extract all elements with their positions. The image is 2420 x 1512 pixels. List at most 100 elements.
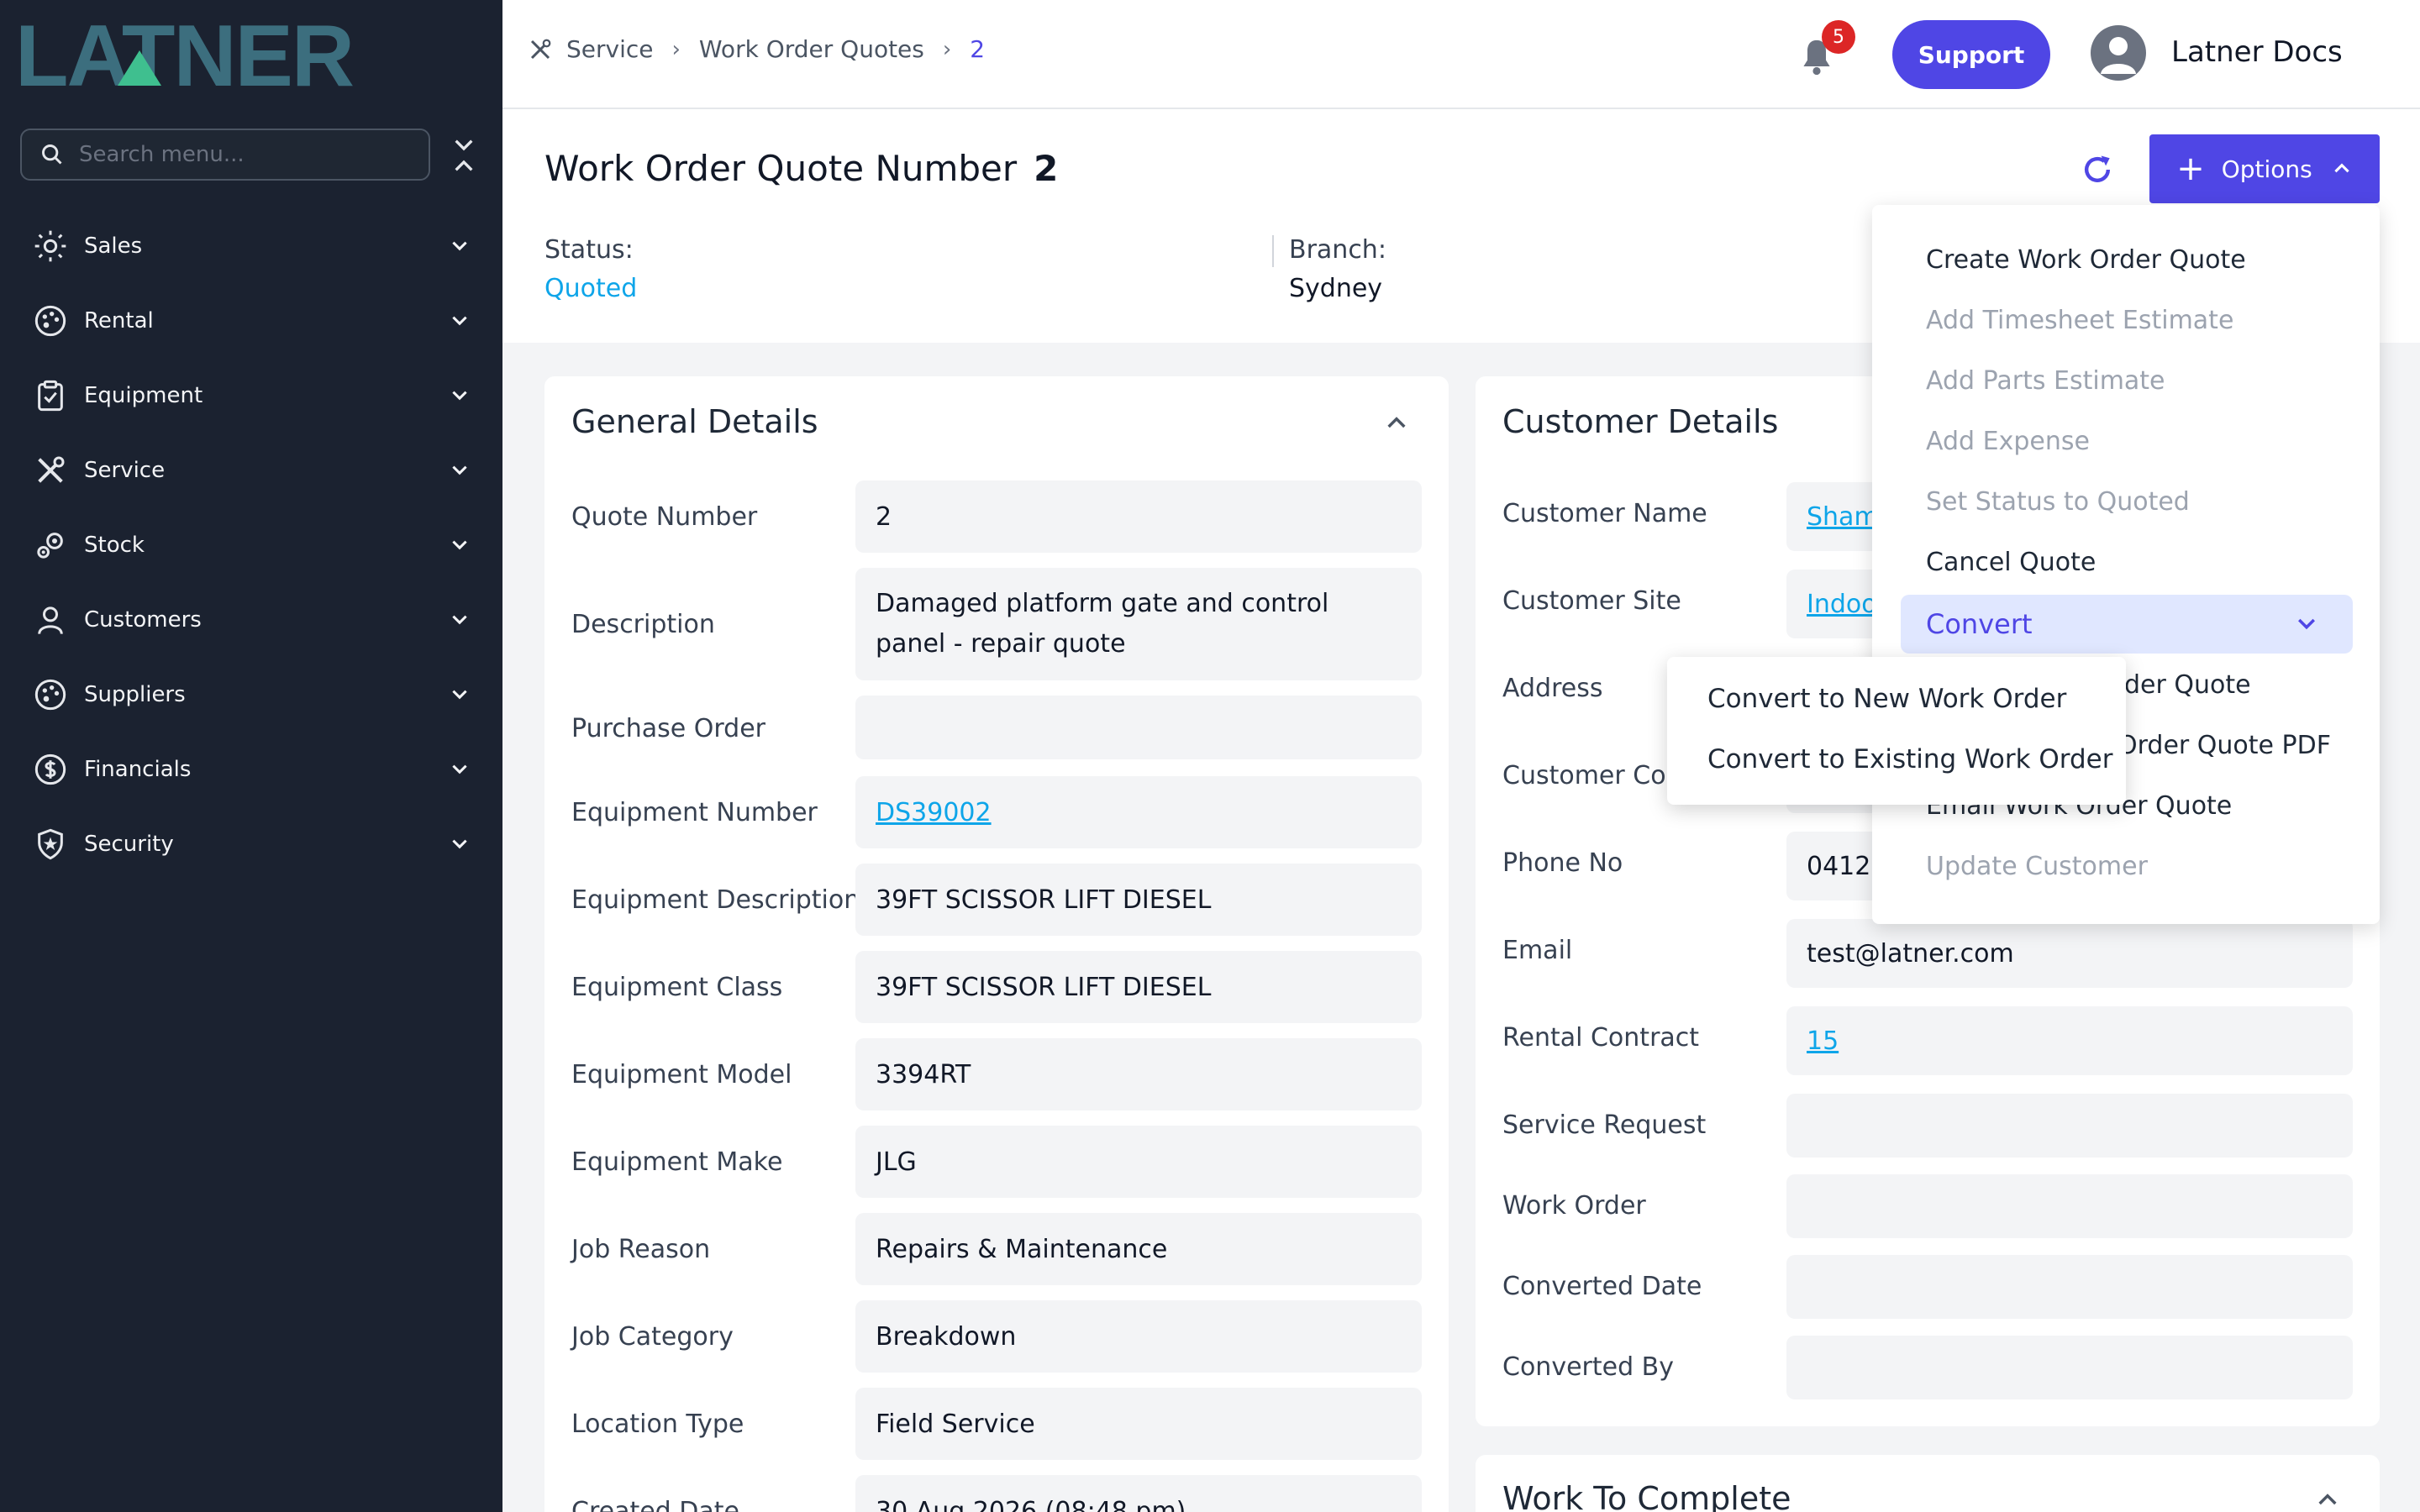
search-input[interactable]: [79, 142, 415, 167]
sidebar-item-label: Customers: [84, 606, 202, 633]
sidebar-item-label: Security: [84, 831, 174, 857]
top-bar: Service › Work Order Quotes › 2 5 Suppor…: [502, 0, 2420, 109]
menu-cancel-quote[interactable]: Cancel Quote: [1926, 548, 2096, 577]
tools-icon: [32, 452, 69, 489]
search-icon: [42, 144, 62, 165]
chevron-up-icon[interactable]: [2314, 1487, 2341, 1512]
clipboard-icon: [32, 377, 69, 414]
sidebar-item-equipment[interactable]: Equipment: [0, 358, 502, 433]
options-menu: Create Work Order Quote Add Timesheet Es…: [1872, 205, 2380, 924]
status-label: Status:: [544, 235, 634, 265]
shield-icon: [32, 826, 69, 863]
field-label: Job Reason: [571, 1235, 711, 1264]
menu-add-expense[interactable]: Add Expense: [1926, 427, 2090, 456]
convert-submenu: Convert to New Work Order Convert to Exi…: [1667, 657, 2126, 805]
field-label: Customer Name: [1502, 499, 1707, 528]
field-label: Rental Contract: [1502, 1023, 1700, 1053]
field-label: Converted Date: [1502, 1272, 1702, 1301]
page-title: Work Order Quote Number 2: [544, 148, 1058, 189]
menu-convert[interactable]: Convert: [1901, 595, 2353, 654]
chevron-right-icon: ›: [671, 36, 681, 62]
chevron-down-icon: [2298, 618, 2315, 630]
field-label: Job Category: [571, 1322, 734, 1352]
general-details-title: General Details: [571, 403, 818, 440]
sidebar-item-security[interactable]: Security: [0, 806, 502, 881]
chevron-up-icon[interactable]: [1383, 410, 1410, 437]
description-field: Damaged platform gate and control panel …: [855, 568, 1422, 680]
chevron-up-icon: [2334, 163, 2349, 173]
logo-text: LATNER: [15, 18, 353, 91]
converted-date-field: [1786, 1255, 2353, 1319]
chevron-down-icon: [452, 615, 467, 624]
branch-label: Branch:: [1289, 235, 1386, 265]
field-label: Location Type: [571, 1410, 744, 1439]
page-title-text: Work Order Quote Number: [544, 148, 1018, 189]
notification-badge: 5: [1822, 20, 1855, 54]
rental-contract-link[interactable]: 15: [1786, 1006, 2353, 1075]
menu-set-status-quoted[interactable]: Set Status to Quoted: [1926, 487, 2190, 517]
sidebar-item-stock[interactable]: Stock: [0, 507, 502, 582]
sidebar-item-service[interactable]: Service: [0, 433, 502, 507]
breadcrumb-service[interactable]: Service: [566, 35, 653, 63]
menu-duplicate-quote[interactable]: der Quote: [2124, 670, 2251, 700]
divider: [1272, 235, 1274, 267]
convert-to-new-work-order[interactable]: Convert to New Work Order: [1707, 684, 2066, 714]
menu-update-customer[interactable]: Update Customer: [1926, 852, 2148, 881]
refresh-icon[interactable]: [2079, 151, 2116, 188]
field-label: Converted By: [1502, 1352, 1674, 1382]
user-avatar-icon: [2101, 37, 2136, 74]
chevron-down-icon: [452, 690, 467, 699]
converted-by-field: [1786, 1336, 2353, 1399]
breadcrumb-current: 2: [970, 35, 986, 63]
sidebar-item-sales[interactable]: Sales: [0, 208, 502, 283]
sidebar-nav: Sales Rental Equipment Service Stock Cus…: [0, 208, 502, 881]
palette-icon: [32, 676, 69, 713]
options-label: Options: [2221, 155, 2312, 183]
sidebar-item-customers[interactable]: Customers: [0, 582, 502, 657]
avatar[interactable]: [2091, 25, 2146, 81]
work-order-field: [1786, 1174, 2353, 1238]
options-button[interactable]: + Options: [2149, 134, 2380, 203]
username[interactable]: Latner Docs: [2171, 35, 2343, 69]
field-label: Service Request: [1502, 1110, 1707, 1140]
sidebar-item-suppliers[interactable]: Suppliers: [0, 657, 502, 732]
field-label: Created Date: [571, 1497, 739, 1512]
quote-number: 2: [1034, 148, 1059, 189]
chevron-down-icon: [452, 465, 467, 475]
branch-value: Sydney: [1289, 274, 1383, 303]
field-label: Quote Number: [571, 502, 758, 532]
menu-add-parts-estimate[interactable]: Add Parts Estimate: [1926, 366, 2165, 396]
menu-add-timesheet-estimate[interactable]: Add Timesheet Estimate: [1926, 306, 2233, 335]
breadcrumb-work-order-quotes[interactable]: Work Order Quotes: [699, 35, 924, 63]
latner-logo[interactable]: LATNER: [15, 18, 469, 91]
field-label: Customer Co: [1502, 761, 1666, 790]
job-category-field: Breakdown: [855, 1300, 1422, 1373]
chevron-down-icon: [452, 316, 467, 325]
equipment-description-field: 39FT SCISSOR LIFT DIESEL: [855, 864, 1422, 936]
chevron-down-icon: [452, 540, 467, 549]
field-label: Equipment Class: [571, 973, 783, 1002]
work-to-complete-card: Work To Complete: [1476, 1455, 2380, 1512]
job-reason-field: Repairs & Maintenance: [855, 1213, 1422, 1285]
general-details-card: General Details Quote Number 2 Descripti…: [544, 376, 1449, 1512]
sidebar-item-label: Suppliers: [84, 681, 186, 707]
search-box[interactable]: [20, 129, 430, 181]
status-value: Quoted: [544, 274, 638, 303]
equipment-number-link[interactable]: DS39002: [855, 776, 1422, 848]
sidebar-item-financials[interactable]: Financials: [0, 732, 502, 806]
field-label: Equipment Model: [571, 1060, 792, 1089]
support-button[interactable]: Support: [1892, 20, 2050, 89]
sidebar: LATNER Sales Rental Equipment Service: [0, 0, 502, 1512]
sidebar-item-label: Service: [84, 457, 166, 483]
collapse-sidebar-icon[interactable]: [450, 136, 477, 175]
menu-create-work-order-quote[interactable]: Create Work Order Quote: [1926, 245, 2246, 275]
service-request-field: [1786, 1094, 2353, 1158]
chevron-down-icon: [452, 764, 467, 774]
chevron-down-icon: [452, 241, 467, 250]
chevron-down-icon: [452, 391, 467, 400]
convert-to-existing-work-order[interactable]: Convert to Existing Work Order: [1707, 744, 2113, 774]
sidebar-item-rental[interactable]: Rental: [0, 283, 502, 358]
field-label: Phone No: [1502, 848, 1623, 878]
sidebar-item-label: Sales: [84, 233, 143, 259]
menu-quote-pdf[interactable]: Order Quote PDF: [2118, 731, 2331, 760]
